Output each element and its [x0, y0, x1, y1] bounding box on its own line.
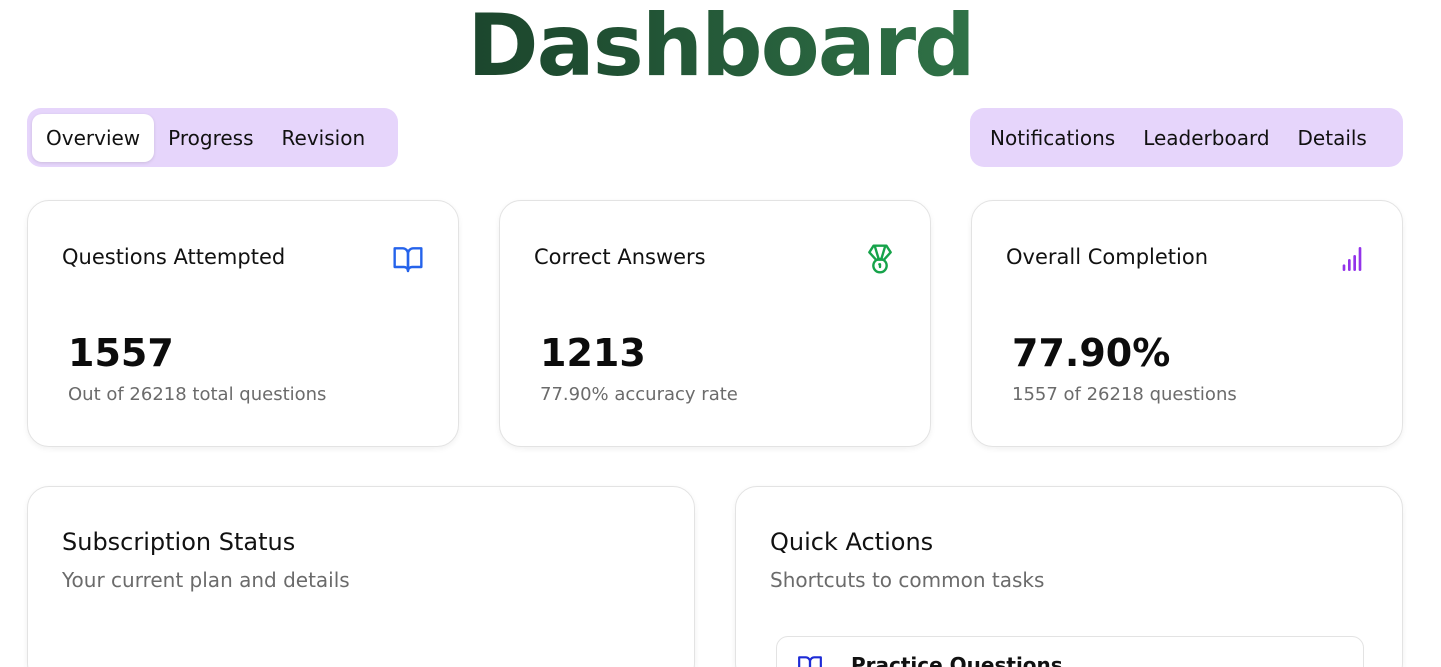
stat-subtext: 1557 of 26218 questions	[1012, 384, 1237, 405]
book-open-icon	[797, 653, 823, 667]
stat-label: Questions Attempted	[62, 245, 286, 269]
card-description: Your current plan and details	[62, 568, 350, 592]
stat-card-correct-answers: Correct Answers 1213 77.90% accuracy rat…	[499, 200, 931, 447]
stat-subtext: Out of 26218 total questions	[68, 384, 327, 405]
tab-details[interactable]: Details	[1284, 114, 1381, 162]
dashboard-page: Dashboard Overview Progress Revision Not…	[0, 0, 1441, 667]
secondary-tabs: Notifications Leaderboard Details	[970, 108, 1403, 167]
action-label: Practice Questions	[851, 653, 1063, 667]
page-title: Dashboard	[0, 0, 1441, 96]
card-title: Subscription Status	[62, 528, 296, 556]
card-description: Shortcuts to common tasks	[770, 568, 1045, 592]
stat-label: Overall Completion	[1006, 245, 1209, 269]
main-tabs: Overview Progress Revision	[27, 108, 398, 167]
stat-subtext: 77.90% accuracy rate	[540, 384, 738, 405]
quick-actions-card: Quick Actions Shortcuts to common tasks …	[735, 486, 1403, 667]
subscription-status-card: Subscription Status Your current plan an…	[27, 486, 695, 667]
stat-card-questions-attempted: Questions Attempted 1557 Out of 26218 to…	[27, 200, 459, 447]
tab-leaderboard[interactable]: Leaderboard	[1129, 114, 1283, 162]
stat-label: Correct Answers	[534, 245, 706, 269]
card-title: Quick Actions	[770, 528, 934, 556]
book-open-icon	[392, 243, 424, 275]
tab-revision[interactable]: Revision	[268, 114, 380, 162]
stat-value: 1557	[68, 331, 174, 375]
tab-overview[interactable]: Overview	[32, 113, 155, 162]
practice-questions-button[interactable]: Practice Questions	[776, 636, 1364, 667]
bar-chart-icon	[1336, 243, 1368, 275]
stat-value: 77.90%	[1012, 331, 1171, 375]
tab-notifications[interactable]: Notifications	[976, 114, 1129, 162]
medal-icon	[864, 243, 896, 275]
stat-card-overall-completion: Overall Completion 77.90% 1557 of 26218 …	[971, 200, 1403, 447]
tab-progress[interactable]: Progress	[154, 114, 267, 162]
stat-value: 1213	[540, 331, 646, 375]
